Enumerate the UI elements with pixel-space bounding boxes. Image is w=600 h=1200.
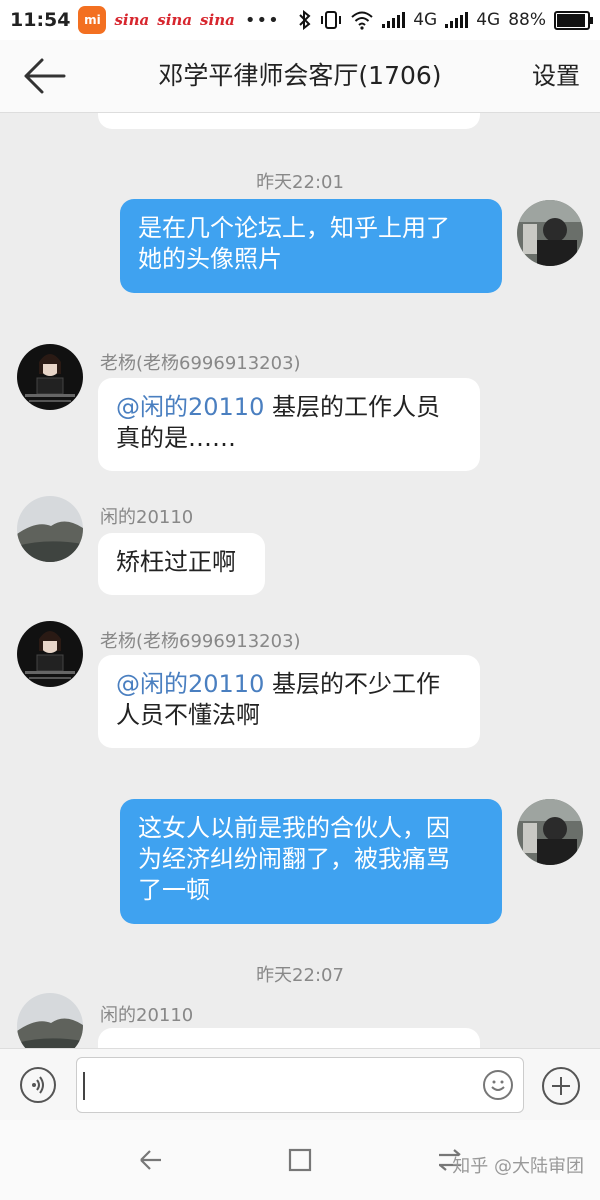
message-line: 为经济纠纷闹翻了，被我痛骂 xyxy=(138,845,450,873)
battery-icon xyxy=(554,10,593,30)
message-line: 这女人以前是我的合伙人，因 xyxy=(138,814,450,842)
signal-icon-1 xyxy=(382,12,406,28)
sina-notification-icon-1: sina xyxy=(114,11,150,29)
partial-message-bubble xyxy=(98,113,480,129)
chat-title: 邓学平律师会客厅(1706) xyxy=(158,61,442,90)
network-type-1: 4G xyxy=(413,10,438,30)
message-line: 是在几个论坛上，知乎上用了 xyxy=(138,214,450,242)
sender-name: 闲的20110 xyxy=(100,507,194,528)
nav-home-icon[interactable] xyxy=(285,1145,315,1175)
sender-name: 老杨(老杨6996913203) xyxy=(100,353,301,374)
outgoing-message-bubble[interactable]: 是在几个论坛上，知乎上用了 她的头像照片 xyxy=(120,199,502,293)
emoji-icon[interactable] xyxy=(483,1070,513,1100)
sender-avatar-xiande[interactable] xyxy=(17,993,83,1048)
message-line: @闲的20110 基层的不少工作 xyxy=(116,669,462,700)
battery-percent: 88% xyxy=(508,10,546,30)
message-input[interactable] xyxy=(76,1057,524,1113)
message-line: 了一顿 xyxy=(138,876,210,904)
voice-icon[interactable] xyxy=(20,1067,56,1103)
sender-name: 老杨(老杨6996913203) xyxy=(100,631,301,652)
my-avatar[interactable] xyxy=(517,799,583,865)
more-notifications-icon: ••• xyxy=(244,9,280,31)
sender-name: 闲的20110 xyxy=(100,1005,194,1026)
battery-fill xyxy=(557,13,586,27)
sender-avatar-xiande[interactable] xyxy=(17,496,83,562)
watermark: 知乎 @大陆审团 xyxy=(452,1156,584,1177)
back-arrow-icon[interactable] xyxy=(22,54,72,98)
mi-app-icon: mi xyxy=(78,6,107,34)
message-list[interactable]: 昨天22:01 是在几个论坛上，知乎上用了 她的头像照片 老杨(老杨699691… xyxy=(0,113,600,1048)
sender-avatar-laoyang[interactable] xyxy=(17,344,83,410)
mention-link[interactable]: @闲的20110 xyxy=(116,670,264,698)
chat-header: 邓学平律师会客厅(1706) 设置 xyxy=(0,40,600,113)
incoming-message-bubble[interactable]: @闲的20110 基层的不少工作 人员不懂法啊 xyxy=(98,655,480,748)
plus-icon[interactable] xyxy=(542,1067,580,1105)
sina-notification-icon-2: sina xyxy=(157,11,193,29)
message-text: 基层的不少工作 xyxy=(264,670,440,698)
message-line: 她的头像照片 xyxy=(138,245,282,273)
incoming-message-bubble[interactable] xyxy=(98,1028,480,1048)
input-bar xyxy=(0,1048,600,1121)
message-line: 真的是…… xyxy=(116,424,236,452)
incoming-message-bubble[interactable]: 矫枉过正啊 xyxy=(98,533,265,595)
settings-button[interactable]: 设置 xyxy=(532,40,580,112)
vibrate-icon xyxy=(321,11,342,29)
mention-link[interactable]: @闲的20110 xyxy=(116,393,264,421)
message-line: 人员不懂法啊 xyxy=(116,701,260,729)
wifi-icon xyxy=(351,11,373,30)
system-nav-bar: 知乎 @大陆审团 xyxy=(0,1120,600,1200)
message-line: @闲的20110 基层的工作人员 xyxy=(116,392,462,423)
message-line: 矫枉过正啊 xyxy=(116,548,236,576)
bluetooth-icon xyxy=(299,10,311,30)
outgoing-message-bubble[interactable]: 这女人以前是我的合伙人，因 为经济纠纷闹翻了，被我痛骂 了一顿 xyxy=(120,799,502,924)
nav-back-icon[interactable] xyxy=(135,1145,165,1175)
my-avatar[interactable] xyxy=(517,200,583,266)
sender-avatar-laoyang[interactable] xyxy=(17,621,83,687)
status-time: 11:54 xyxy=(10,9,71,31)
sina-notification-icon-3: sina xyxy=(200,11,235,29)
timestamp: 昨天22:01 xyxy=(256,172,344,193)
timestamp: 昨天22:07 xyxy=(256,965,344,986)
incoming-message-bubble[interactable]: @闲的20110 基层的工作人员 真的是…… xyxy=(98,378,480,471)
status-bar: 11:54 mi sina sina sina ••• 4G 4G 88% xyxy=(0,0,600,40)
network-type-2: 4G xyxy=(476,10,501,30)
signal-icon-2 xyxy=(445,12,469,28)
text-caret xyxy=(83,1072,85,1100)
message-text: 基层的工作人员 xyxy=(264,393,440,421)
